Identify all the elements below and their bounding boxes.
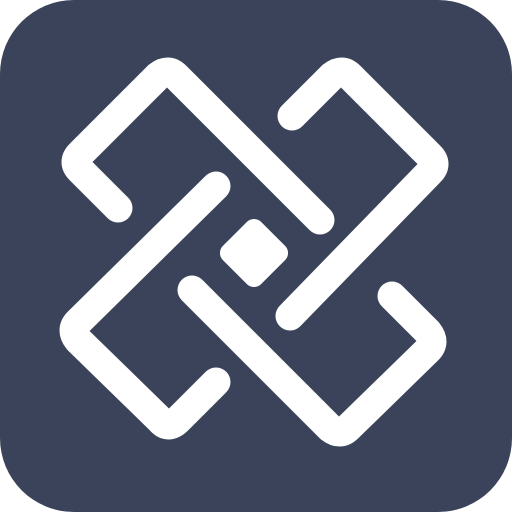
page xyxy=(0,0,512,512)
app-icon xyxy=(0,0,512,512)
interlocking-links-logo-icon xyxy=(0,0,512,512)
